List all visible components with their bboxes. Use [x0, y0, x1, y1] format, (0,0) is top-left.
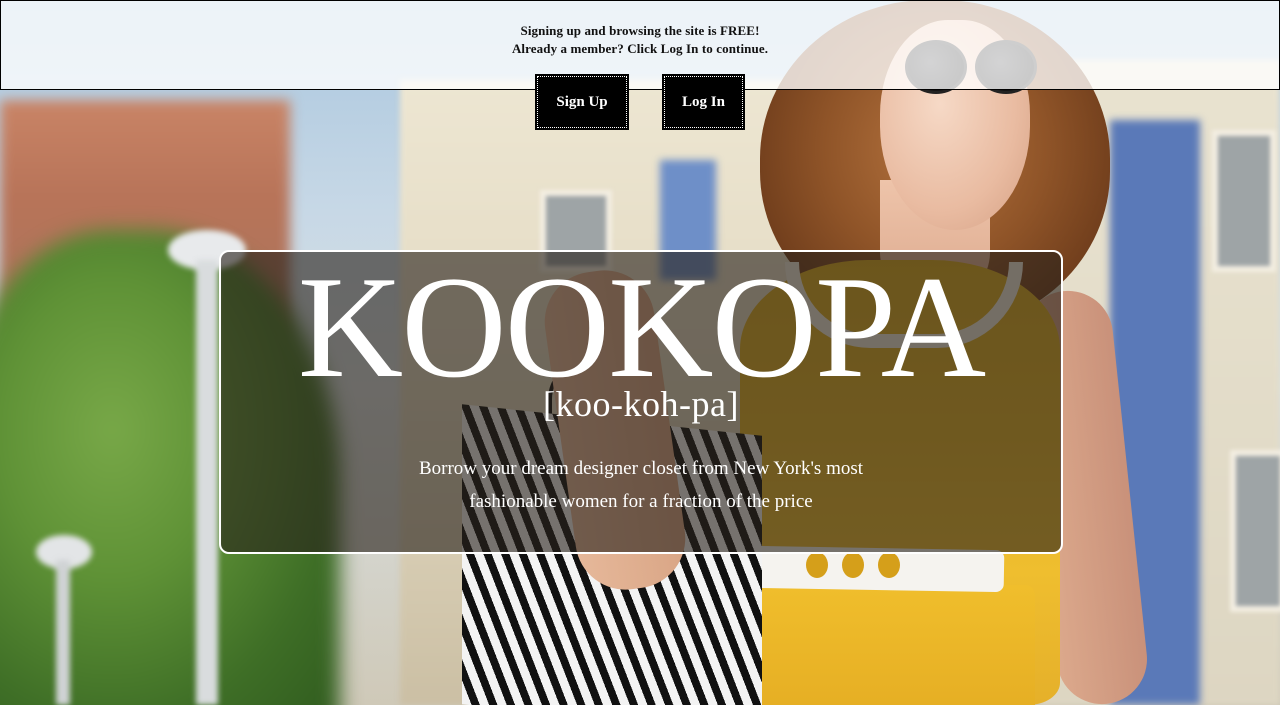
- belt-knot: [878, 552, 900, 578]
- belt-knot: [806, 552, 828, 578]
- street-lamp-pole: [56, 560, 70, 705]
- brand-tagline: Borrow your dream designer closet from N…: [341, 452, 941, 518]
- signup-notice-bar: Signing up and browsing the site is FREE…: [0, 0, 1280, 90]
- hero-card: KOOKOPA [koo-koh-pa] Borrow your dream d…: [219, 250, 1063, 554]
- notice-member-text: Already a member? Click Log In to contin…: [511, 41, 769, 56]
- tagline-line: Borrow your dream designer closet from N…: [418, 458, 864, 479]
- dress-skirt: [735, 585, 1035, 705]
- brand-pronunciation: [koo-koh-pa]: [543, 384, 739, 424]
- notice-free-text: Signing up and browsing the site is FREE…: [520, 23, 760, 38]
- brand-logo-title: KOOKOPA: [297, 246, 986, 408]
- sign-up-button[interactable]: Sign Up: [535, 74, 629, 130]
- street-lamp-pole: [196, 260, 218, 705]
- building-window: [1212, 130, 1276, 272]
- tagline-line: fashionable women for a fraction of the …: [469, 491, 813, 512]
- landing-page: Signing up and browsing the site is FREE…: [0, 0, 1280, 705]
- log-in-button[interactable]: Log In: [662, 74, 745, 130]
- building-window: [1230, 450, 1280, 612]
- belt-knot: [842, 552, 864, 578]
